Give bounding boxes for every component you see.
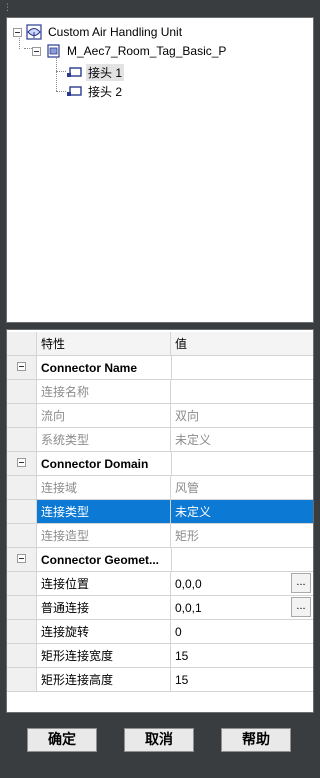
collapse-icon[interactable] [17,362,26,371]
property-value[interactable]: 未定义 [171,500,313,523]
property-value[interactable]: 未定义 [171,428,313,451]
property-name: 普通连接 [37,596,171,619]
connector-icon [67,67,82,77]
tree-connector-1-label: 接头 1 [86,63,125,81]
property-value[interactable] [171,380,313,403]
category-connector-domain[interactable]: Connector Domain [7,452,313,476]
row-connection-domain[interactable]: 连接域 风管 [7,476,313,500]
collapse-icon[interactable] [17,554,26,563]
property-name: 连接类型 [37,500,171,523]
property-name: 连接造型 [37,524,171,547]
column-divider [171,548,172,571]
cancel-button[interactable]: 取消 [124,728,194,752]
tree-root-label: Custom Air Handling Unit [48,25,183,39]
grid-gutter [7,668,37,691]
property-value[interactable]: 双向 [171,404,313,427]
normal-ellipsis-button[interactable]: ... [291,597,311,617]
tree-connector-2[interactable]: 接头 2 [67,82,124,100]
property-name: 矩形连接高度 [37,668,171,691]
tree-connector-2-label: 接头 2 [88,84,123,99]
position-ellipsis-button[interactable]: ... [291,573,311,593]
category-connector-name[interactable]: Connector Name [7,356,313,380]
collapse-icon[interactable] [13,27,22,37]
tree-family-label: M_Aec7_Room_Tag_Basic_P [67,44,227,58]
row-system-type[interactable]: 系统类型 未定义 [7,428,313,452]
grid-header: 特性 值 [7,332,313,356]
header-property[interactable]: 特性 [37,332,171,355]
grid-gutter [7,380,37,403]
grid-gutter [7,548,37,571]
tree-connector-1[interactable]: 接头 1 [67,63,125,81]
row-rect-height[interactable]: 矩形连接高度 15 [7,668,313,692]
connector-icon [67,86,82,96]
grid-gutter [7,524,37,547]
column-divider [171,356,172,379]
grid-gutter [7,476,37,499]
grid-gutter [7,404,37,427]
row-flow-direction[interactable]: 流向 双向 [7,404,313,428]
category-label: Connector Geomet... [41,552,160,567]
row-connection-type[interactable]: 连接类型 未定义 [7,500,313,524]
property-name: 连接旋转 [37,620,171,643]
family-icon [47,44,60,58]
tree-root[interactable]: Custom Air Handling Unit [13,23,184,41]
ok-button[interactable]: 确定 [27,728,97,752]
category-label: Connector Name [41,360,138,375]
property-value[interactable]: 风管 [171,476,313,499]
row-normal-connection[interactable]: 普通连接 0,0,1 ... [7,596,313,620]
collapse-icon[interactable] [32,46,41,56]
air-handler-icon [26,24,42,40]
tree-line [56,56,57,91]
grid-gutter [7,596,37,619]
grid-gutter [7,452,37,475]
row-connection-rotation[interactable]: 连接旋转 0 [7,620,313,644]
property-value[interactable]: 15 [171,668,313,691]
property-value[interactable]: 0 [171,620,313,643]
grid-gutter [7,356,37,379]
row-connection-name[interactable]: 连接名称 [7,380,313,404]
row-connection-shape[interactable]: 连接造型 矩形 [7,524,313,548]
row-rect-width[interactable]: 矩形连接宽度 15 [7,644,313,668]
grid-gutter [7,428,37,451]
header-value[interactable]: 值 [171,332,313,355]
component-tree: Custom Air Handling Unit M_Aec7_Room_Tag… [6,17,314,323]
grid-gutter [7,332,37,355]
category-label: Connector Domain [41,456,149,471]
category-connector-geometry[interactable]: Connector Geomet... [7,548,313,572]
row-connection-position[interactable]: 连接位置 0,0,0 ... [7,572,313,596]
property-name: 连接位置 [37,572,171,595]
property-name: 系统类型 [37,428,171,451]
collapse-icon[interactable] [17,458,26,467]
tree-line [24,48,32,49]
grid-gutter [7,620,37,643]
property-value[interactable]: 15 [171,644,313,667]
grid-gutter [7,500,37,523]
tree-line [56,91,66,92]
tree-line [56,71,66,72]
panel-grip[interactable]: ⋮ [3,3,12,12]
help-button[interactable]: 帮助 [221,728,291,752]
property-name: 流向 [37,404,171,427]
property-grid: 特性 值 Connector Name 连接名称 流向 双向 系统类型 未定义 … [6,329,314,713]
column-divider [171,452,172,475]
property-name: 矩形连接宽度 [37,644,171,667]
tree-family[interactable]: M_Aec7_Room_Tag_Basic_P [32,42,228,60]
grid-gutter [7,572,37,595]
grid-gutter [7,644,37,667]
property-value[interactable]: 矩形 [171,524,313,547]
property-name: 连接域 [37,476,171,499]
property-name: 连接名称 [37,380,171,403]
